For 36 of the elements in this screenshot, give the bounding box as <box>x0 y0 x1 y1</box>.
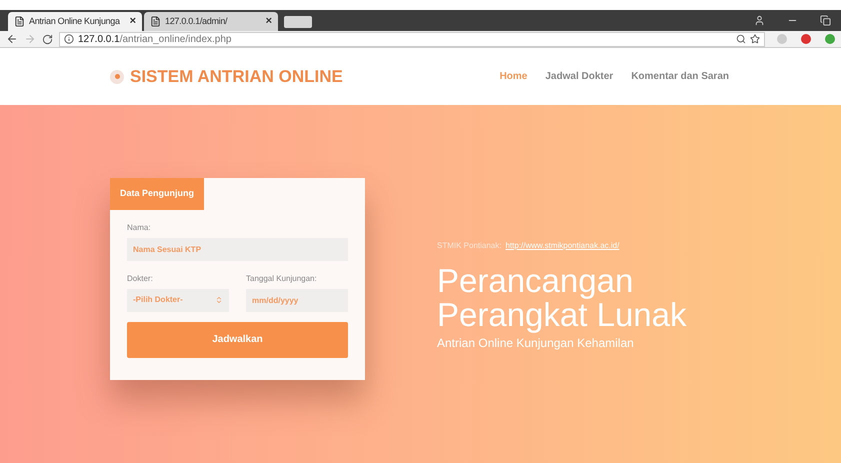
info-icon <box>64 34 74 44</box>
hero-title: Perangkat Lunak <box>437 298 687 332</box>
close-icon[interactable]: × <box>130 13 136 30</box>
back-icon[interactable] <box>6 33 18 45</box>
address-bar[interactable]: 127.0.0.1/antrian_online/index.php <box>59 32 765 46</box>
page-icon <box>150 16 161 27</box>
field-label: Dokter: <box>127 272 154 284</box>
page-icon <box>14 16 25 27</box>
reload-icon[interactable] <box>42 34 53 44</box>
field-label: Nama: <box>127 222 152 234</box>
name-field[interactable]: Nama Sesuai KTP <box>127 238 348 260</box>
nav-link[interactable]: Home <box>500 69 528 84</box>
browser-tab[interactable]: Antrian Online Kunjunga × <box>8 12 142 31</box>
close-icon[interactable]: × <box>266 13 272 30</box>
tab-title: 127.0.0.1/admin/ <box>165 14 228 28</box>
form-tab[interactable]: Data Pengunjung <box>110 178 204 210</box>
date-field[interactable]: mm/dd/yyyy <box>246 288 348 312</box>
chevron-icon <box>215 296 223 304</box>
bookmark-icon[interactable] <box>750 34 760 44</box>
nav-link[interactable]: Jadwal Dokter <box>545 69 614 84</box>
logo-icon <box>110 70 124 84</box>
zoom-icon[interactable] <box>736 34 746 44</box>
field-label: Tanggal Kunjungan: <box>246 272 318 284</box>
hero-title: Perancangan <box>437 264 634 298</box>
tab-title: Antrian Online Kunjunga <box>29 14 121 28</box>
submit-button[interactable]: Jadwalkan <box>127 322 348 358</box>
restore-icon[interactable] <box>820 15 831 26</box>
doctor-select[interactable]: -Pilih Dokter- <box>127 288 229 312</box>
nav-link[interactable]: Komentar dan Saran <box>631 69 729 84</box>
source-label: STMIK Pontianak: <box>437 240 502 252</box>
profile-icon[interactable] <box>754 15 765 26</box>
site-logo[interactable]: SISTEM ANTRIAN ONLINE <box>130 64 343 90</box>
extension-icon[interactable] <box>801 34 811 44</box>
browser-tab[interactable]: 127.0.0.1/admin/ × <box>144 12 278 31</box>
url-text: 127.0.0.1/antrian_online/index.php <box>78 32 232 46</box>
hero-subtitle: Antrian Online Kunjungan Kehamilan <box>437 335 635 352</box>
